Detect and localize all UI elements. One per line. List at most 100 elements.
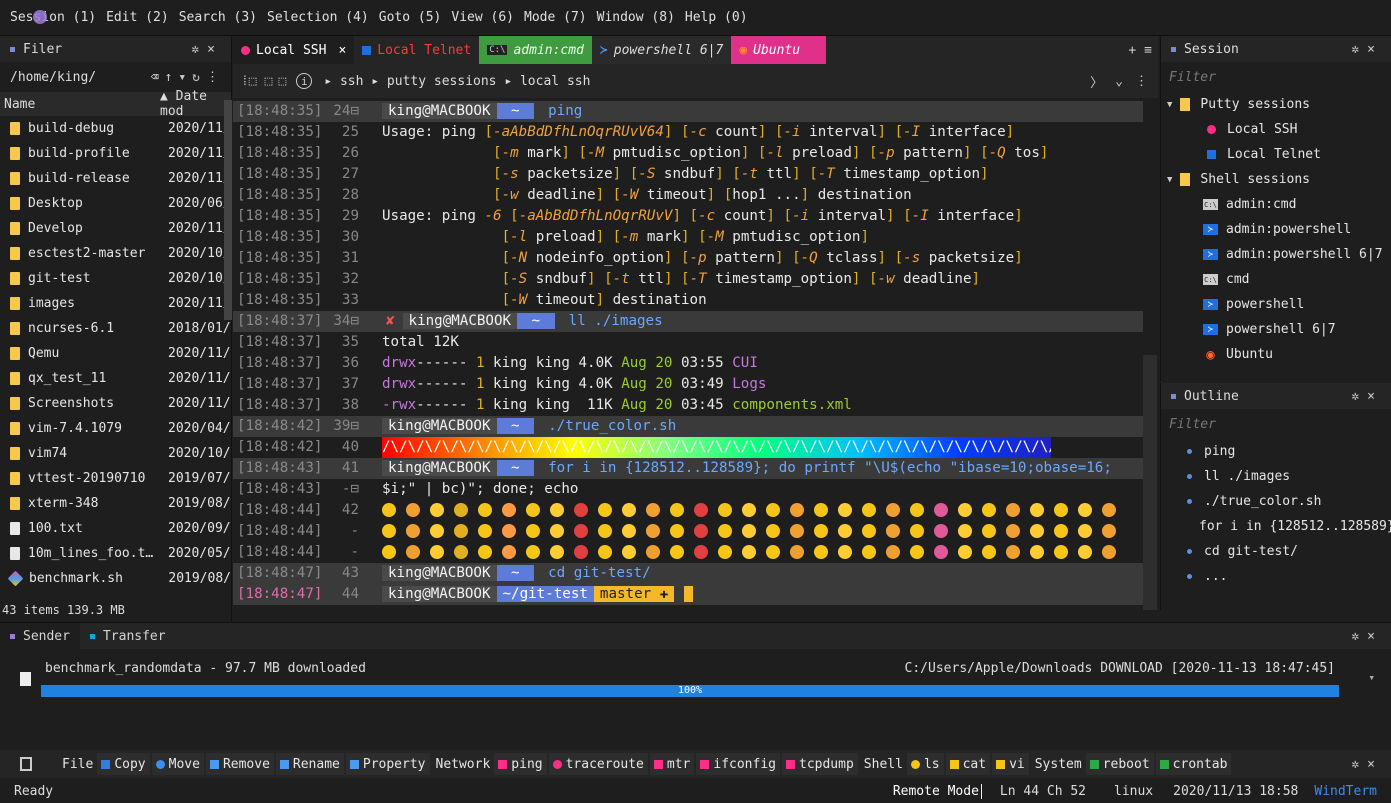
session-item[interactable]: ≻ admin:powershell xyxy=(1161,217,1391,242)
file-row[interactable]: qx_test_11 2020/11/ xyxy=(0,366,231,391)
status-mode[interactable]: Remote Mode xyxy=(893,784,982,799)
file-Move-button[interactable]: Move xyxy=(151,753,204,775)
network-ping-button[interactable]: ping xyxy=(494,753,547,775)
menu-session[interactable]: Session (1) xyxy=(10,10,96,25)
menu-search[interactable]: Search (3) xyxy=(179,10,257,25)
system-crontab-button[interactable]: crontab xyxy=(1155,753,1232,775)
file-row[interactable]: images 2020/11/ xyxy=(0,291,231,316)
expand-icon[interactable]: ▼ xyxy=(1167,175,1172,185)
session-group[interactable]: ▼ Putty sessions xyxy=(1161,92,1391,117)
toolbar-tools[interactable]: ✲× xyxy=(1351,757,1383,772)
file-row[interactable]: ncurses-6.1 2018/01/ xyxy=(0,316,231,341)
outline-item[interactable]: ./true_color.sh xyxy=(1161,489,1391,514)
session-item[interactable]: ◉ Ubuntu xyxy=(1161,342,1391,367)
menu-goto[interactable]: Goto (5) xyxy=(379,10,442,25)
file-row[interactable]: vim-7.4.1079 2020/04/ xyxy=(0,416,231,441)
menu-view[interactable]: View (6) xyxy=(451,10,514,25)
session-item[interactable]: C:\ admin:cmd xyxy=(1161,192,1391,217)
session-item[interactable]: ≻ powershell 6|7 xyxy=(1161,317,1391,342)
file-row[interactable]: Screenshots 2020/11/ xyxy=(0,391,231,416)
tab-transfer[interactable]: Transfer xyxy=(80,629,176,644)
network-tcpdump-button[interactable]: tcpdump xyxy=(782,753,858,775)
chevron-down-icon[interactable]: ⌄ xyxy=(1115,74,1123,89)
session-item[interactable]: Local SSH xyxy=(1161,117,1391,142)
panel-icon[interactable] xyxy=(20,757,32,771)
menu-selection[interactable]: Selection (4) xyxy=(267,10,369,25)
filer-scrollbar[interactable] xyxy=(224,100,232,320)
filer-tools[interactable]: ✲× xyxy=(191,42,223,57)
filer-path-tools[interactable]: ⌫↑▾↻⋮ xyxy=(151,70,225,85)
close-icon[interactable]: × xyxy=(338,43,346,58)
session-item[interactable]: Local Telnet xyxy=(1161,142,1391,167)
chevron-down-icon[interactable]: ▾ xyxy=(1368,671,1375,684)
status-position[interactable]: Ln 44 Ch 52 xyxy=(1000,784,1086,799)
new-session-icon[interactable]: ⁞⬚ xyxy=(241,74,257,89)
menu-window[interactable]: Window (8) xyxy=(597,10,675,25)
shell-cat-button[interactable]: cat xyxy=(945,753,991,775)
shell-ls-button[interactable]: ls xyxy=(906,753,944,775)
network-ifconfig-button[interactable]: ifconfig xyxy=(696,753,780,775)
col-name-header[interactable]: Name xyxy=(0,97,160,112)
crumb-local-ssh[interactable]: local ssh xyxy=(520,74,590,89)
outline-item[interactable]: for i in {128512..128589} xyxy=(1161,514,1391,539)
filer-path[interactable]: /home/king/ xyxy=(10,70,96,85)
file-Property-button[interactable]: Property xyxy=(345,753,430,775)
network-mtr-button[interactable]: mtr xyxy=(649,753,695,775)
file-row[interactable]: build-debug 2020/11/ xyxy=(0,116,231,141)
network-traceroute-button[interactable]: traceroute xyxy=(548,753,648,775)
outline-item[interactable]: ping xyxy=(1161,439,1391,464)
tab-menu-icon[interactable]: ≡ xyxy=(1144,43,1152,58)
file-row[interactable]: build-release 2020/11/ xyxy=(0,166,231,191)
session-item[interactable]: ≻ powershell xyxy=(1161,292,1391,317)
terminal-scrollbar[interactable] xyxy=(1143,355,1157,610)
terminal[interactable]: [18:48:35] 24⊟ king@MACBOOK ~ ping [18:48:3… xyxy=(233,98,1143,610)
transfer-tools[interactable]: ✲× xyxy=(1351,629,1383,644)
outline-item[interactable]: ll ./images xyxy=(1161,464,1391,489)
file-Copy-button[interactable]: Copy xyxy=(97,753,150,775)
new-tab-icon[interactable]: + xyxy=(1128,43,1136,58)
expand-icon[interactable]: ▼ xyxy=(1167,100,1172,110)
menu-mode[interactable]: Mode (7) xyxy=(524,10,587,25)
menu-help[interactable]: Help (0) xyxy=(685,10,748,25)
file-row[interactable]: build-profile 2020/11/ xyxy=(0,141,231,166)
menu-edit[interactable]: Edit (2) xyxy=(106,10,169,25)
file-row[interactable]: 100.txt 2020/09/ xyxy=(0,516,231,541)
session-group[interactable]: ▼ Shell sessions xyxy=(1161,167,1391,192)
session-filter[interactable]: Filter xyxy=(1161,62,1391,92)
tab-local-telnet[interactable]: Local Telnet xyxy=(354,36,479,64)
outline-tools[interactable]: ✲× xyxy=(1351,389,1383,404)
status-app[interactable]: WindTerm xyxy=(1314,784,1377,799)
file-row[interactable]: vttest-20190710 2019/07/ xyxy=(0,466,231,491)
crumb-putty[interactable]: putty sessions xyxy=(387,74,497,89)
info-icon[interactable]: i xyxy=(296,73,313,89)
chevron-right-icon[interactable]: 〉 xyxy=(1090,72,1103,91)
file-row[interactable]: Qemu 2020/11/ xyxy=(0,341,231,366)
outline-filter[interactable]: Filter xyxy=(1161,409,1391,439)
tab-admin-cmd[interactable]: C:\ admin:cmd xyxy=(479,36,592,64)
shell-vi-button[interactable]: vi xyxy=(992,753,1029,775)
more-icon[interactable]: ⋮ xyxy=(1135,74,1148,89)
file-Remove-button[interactable]: Remove xyxy=(205,753,274,775)
outline-item[interactable]: cd git-test/ xyxy=(1161,539,1391,564)
file-row[interactable]: benchmark.sh 2019/08/ xyxy=(0,566,231,591)
session-item[interactable]: ≻ admin:powershell 6|7 xyxy=(1161,242,1391,267)
tab-powershell[interactable]: ≻ powershell 6|7 xyxy=(591,36,732,64)
file-row[interactable]: vim74 2020/10/ xyxy=(0,441,231,466)
file-row[interactable]: Develop 2020/11/ xyxy=(0,216,231,241)
file-row[interactable]: xterm-348 2019/08/ xyxy=(0,491,231,516)
session-item[interactable]: C:\ cmd xyxy=(1161,267,1391,292)
file-row[interactable]: git-test 2020/10/ xyxy=(0,266,231,291)
file-Rename-button[interactable]: Rename xyxy=(275,753,344,775)
file-row[interactable]: 10m_lines_foo.t… 2020/05/ xyxy=(0,541,231,566)
file-row[interactable]: esctest2-master 2020/10/ xyxy=(0,241,231,266)
outline-item[interactable]: ... xyxy=(1161,564,1391,589)
restore-icon[interactable]: ⬚ xyxy=(278,74,286,89)
duplicate-icon[interactable]: ⬚ xyxy=(265,74,273,89)
tab-sender[interactable]: Sender xyxy=(0,623,80,649)
crumb-ssh[interactable]: ssh xyxy=(340,74,363,89)
session-tools[interactable]: ✲× xyxy=(1351,42,1383,57)
tab-local-ssh[interactable]: Local SSH × xyxy=(233,36,355,64)
file-row[interactable]: Desktop 2020/06/ xyxy=(0,191,231,216)
tab-ubuntu[interactable]: ◉ Ubuntu xyxy=(731,36,827,64)
system-reboot-button[interactable]: reboot xyxy=(1085,753,1154,775)
